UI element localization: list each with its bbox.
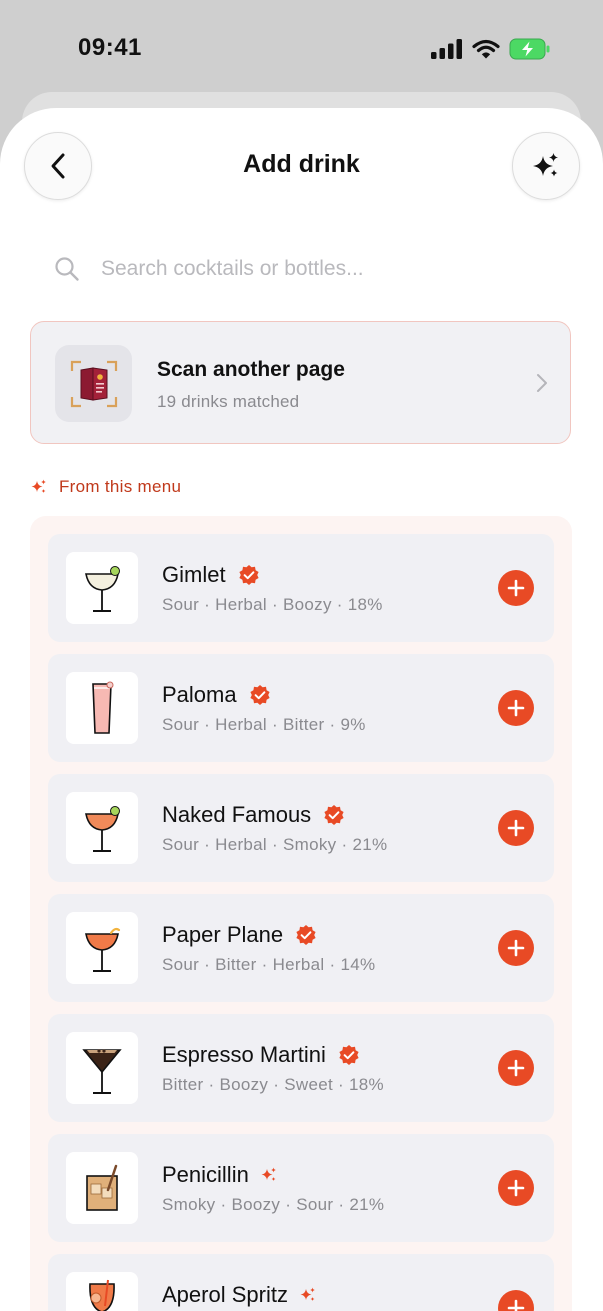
plus-icon xyxy=(507,699,525,717)
chevron-right-icon xyxy=(537,374,547,392)
coupe-glass-icon xyxy=(85,927,121,972)
drink-name: Penicillin xyxy=(162,1162,249,1187)
drink-thumbnail xyxy=(66,792,138,864)
cellular-signal-icon xyxy=(431,39,462,59)
sparkles-icon xyxy=(533,153,558,177)
menu-scan-icon xyxy=(55,345,132,422)
status-bar: 09:41 xyxy=(0,0,603,95)
drink-thumbnail xyxy=(66,912,138,984)
list-item[interactable]: Penicillin Smoky · Boozy · Sour · 21% xyxy=(48,1134,554,1242)
list-item[interactable]: Gimlet Sour · Herbal · Boozy · 18% xyxy=(48,534,554,642)
section-header-from-menu: From this menu xyxy=(31,477,181,497)
status-icons xyxy=(431,38,551,60)
drink-name: Gimlet xyxy=(162,562,226,587)
coupe-glass-icon xyxy=(85,566,120,612)
drink-thumbnail xyxy=(66,1272,138,1311)
highball-glass-icon xyxy=(92,681,114,734)
wifi-icon xyxy=(472,39,500,59)
status-time: 09:41 xyxy=(78,34,142,61)
search-bar[interactable] xyxy=(54,252,554,286)
drink-thumbnail xyxy=(66,552,138,624)
rocks-glass-icon xyxy=(86,1164,118,1211)
drink-name: Paper Plane xyxy=(162,922,284,947)
verified-check-icon xyxy=(238,565,259,585)
scan-another-page-card[interactable]: Scan another page 19 drinks matched xyxy=(30,321,571,444)
add-drink-button[interactable] xyxy=(498,930,534,966)
list-item[interactable]: Naked Famous Sour · Herbal · Smoky · 21% xyxy=(48,774,554,882)
drink-name: Espresso Martini xyxy=(162,1042,326,1067)
add-drink-button[interactable] xyxy=(498,810,534,846)
wine-glass-icon xyxy=(89,1279,115,1311)
drink-name: Naked Famous xyxy=(162,802,312,827)
drink-tags: Bitter · Boozy · Sweet · 18% xyxy=(162,1075,384,1094)
plus-icon xyxy=(507,939,525,957)
drink-tags: Sour · Bitter · Herbal · 14% xyxy=(162,955,376,974)
drink-tags: Sour · Herbal · Boozy · 18% xyxy=(162,595,383,614)
drink-list: Gimlet Sour · Herbal · Boozy · 18% Palom… xyxy=(30,516,572,1311)
drink-thumbnail xyxy=(66,1032,138,1104)
search-input[interactable] xyxy=(99,256,523,282)
scan-card-title: Scan another page xyxy=(157,358,345,381)
drink-tags: Sour · Herbal · Bitter · 9% xyxy=(162,715,366,734)
verified-check-icon xyxy=(249,685,270,705)
plus-icon xyxy=(507,819,525,837)
verified-check-icon xyxy=(296,925,316,945)
list-item[interactable]: Paper Plane Sour · Bitter · Herbal · 14% xyxy=(48,894,554,1002)
battery-charging-icon xyxy=(509,38,550,60)
sparkles-icon xyxy=(300,1287,315,1301)
drink-tags: Sour · Herbal · Smoky · 21% xyxy=(162,835,388,854)
drink-tags: Smoky · Boozy · Sour · 21% xyxy=(162,1195,385,1214)
sparkles-icon xyxy=(31,479,46,493)
plus-icon xyxy=(507,1299,525,1311)
verified-check-icon xyxy=(324,805,344,825)
sparkles-icon xyxy=(261,1167,276,1181)
verified-check-icon xyxy=(339,1045,359,1065)
drink-name: Paloma xyxy=(162,682,237,707)
martini-glass-icon xyxy=(82,1049,122,1094)
add-drink-button[interactable] xyxy=(498,1170,534,1206)
add-drink-button[interactable] xyxy=(498,690,534,726)
drink-thumbnail xyxy=(66,672,138,744)
search-icon xyxy=(55,257,79,281)
plus-icon xyxy=(507,1059,525,1077)
add-drink-sheet: Add drink Scan another page xyxy=(0,108,603,1311)
list-item[interactable]: Espresso Martini Bitter · Boozy · Sweet … xyxy=(48,1014,554,1122)
add-drink-button[interactable] xyxy=(498,1290,534,1311)
drink-name: Aperol Spritz xyxy=(162,1282,288,1307)
coupe-glass-icon xyxy=(85,806,120,852)
list-item[interactable]: Paloma Sour · Herbal · Bitter · 9% xyxy=(48,654,554,762)
list-item[interactable]: Aperol Spritz xyxy=(48,1254,554,1311)
add-drink-button[interactable] xyxy=(498,1050,534,1086)
section-label: From this menu xyxy=(59,477,182,496)
add-drink-button[interactable] xyxy=(498,570,534,606)
plus-icon xyxy=(507,1179,525,1197)
ai-sparkle-button[interactable] xyxy=(512,132,580,200)
drink-thumbnail xyxy=(66,1152,138,1224)
plus-icon xyxy=(507,579,525,597)
scan-card-subtitle: 19 drinks matched xyxy=(157,392,300,411)
